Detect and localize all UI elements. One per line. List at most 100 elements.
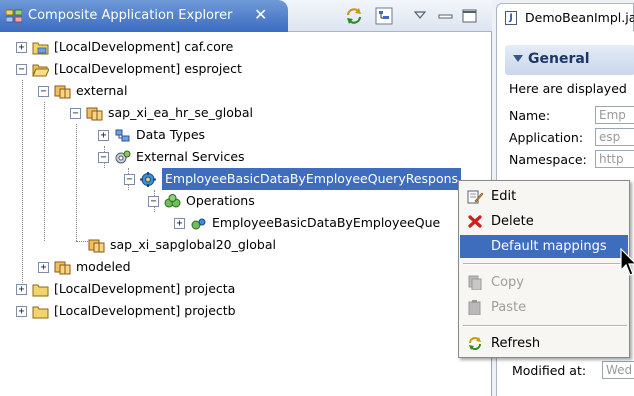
collapse-icon[interactable]: − (70, 107, 81, 119)
menu-item-label: Default mappings (491, 239, 607, 254)
modified-field[interactable]: Wed (602, 361, 634, 379)
tree-item-label: EmployeeBasicDataByEmployeeQueryRespons (162, 168, 462, 190)
application-label: Application: (509, 129, 584, 145)
menu-item-delete[interactable]: Delete (460, 210, 628, 233)
explorer-view-tab[interactable]: Composite Application Explorer ✕ (0, 0, 288, 32)
tree-item-projecta[interactable]: + [LocalDevelopment] projecta (16, 278, 235, 300)
edit-icon (467, 190, 483, 204)
open-folder-icon (32, 64, 49, 76)
sync-icon[interactable] (344, 6, 364, 26)
tree-item-label: modeled (76, 259, 131, 274)
menu-item-label: Delete (491, 214, 534, 229)
close-icon[interactable]: ✕ (254, 5, 267, 24)
package-icon (54, 261, 71, 274)
namespace-label: Namespace: (509, 151, 587, 167)
tree-item-label: [LocalDevelopment] esproject (54, 61, 242, 76)
menu-item-paste[interactable]: Paste (460, 296, 628, 319)
name-field[interactable]: Emp (595, 106, 634, 124)
name-field-row: Name: Emp (509, 105, 634, 125)
tree-item-esproject[interactable]: − [LocalDevelopment] esproject (16, 58, 242, 80)
tree-item-label: External Services (136, 149, 245, 164)
expand-icon[interactable]: + (98, 129, 109, 141)
namespace-field[interactable]: http (595, 150, 634, 168)
menu-item-label: Refresh (491, 336, 541, 351)
menu-separator (463, 325, 627, 327)
tree-item-label: [LocalDevelopment] caf.core (54, 39, 234, 54)
tree-item-external[interactable]: − external (38, 80, 127, 102)
menu-item-label: Paste (491, 300, 527, 315)
tree-item-caf-core[interactable]: + [LocalDevelopment] caf.core (16, 36, 233, 58)
menu-separator (463, 263, 627, 265)
collapse-icon[interactable]: − (98, 151, 109, 163)
expand-icon[interactable]: + (16, 41, 27, 53)
name-label: Name: (509, 107, 551, 123)
application-field-row: Application: esp (509, 127, 634, 147)
expand-icon[interactable]: + (16, 305, 27, 317)
context-menu: Edit Delete Default mappings Copy Paste … (458, 180, 630, 358)
tree-item-label: EmployeeBasicDataByEmployeeQue (212, 215, 441, 230)
tree-item-external-services[interactable]: − External Services (98, 146, 245, 168)
menu-item-refresh[interactable]: Refresh (460, 332, 628, 355)
tree-item-data-types[interactable]: + Data Types (98, 124, 205, 146)
menu-item-copy[interactable]: Copy (460, 271, 628, 294)
modified-label: Modified at: (512, 362, 587, 378)
menu-item-edit[interactable]: Edit (460, 185, 628, 208)
section-title: General (528, 51, 590, 67)
namespace-field-row: Namespace: http (509, 149, 634, 169)
operations-icon (164, 193, 181, 207)
chevron-down-icon[interactable] (513, 55, 523, 62)
view-header: Composite Application Explorer ✕ (0, 0, 492, 32)
application-field[interactable]: esp (595, 128, 634, 146)
menu-item-default-mappings[interactable]: Default mappings (460, 235, 628, 258)
tree-item-sapglobal20[interactable]: sap_xi_sapglobal20_global (88, 234, 276, 256)
collapse-icon[interactable]: − (16, 63, 27, 75)
mouse-pointer-icon (620, 248, 634, 276)
package-icon (86, 107, 103, 120)
composite-application-explorer-view: Composite Application Explorer ✕ + [Loca… (0, 0, 492, 396)
external-services-icon (115, 150, 131, 163)
refresh-icon (469, 337, 481, 350)
service-gear-icon (140, 171, 156, 187)
expand-icon[interactable]: + (38, 261, 49, 273)
minimize-icon[interactable] (436, 6, 456, 26)
menu-item-label: Copy (491, 275, 524, 290)
general-section-header[interactable]: General (505, 45, 634, 75)
explorer-tree: + [LocalDevelopment] caf.core − [LocalDe… (0, 36, 492, 396)
collapse-icon[interactable]: − (124, 173, 135, 185)
tree-item-projectb[interactable]: + [LocalDevelopment] projectb (16, 300, 236, 322)
modified-field-row: Modified at: Wed (512, 360, 634, 380)
collapse-icon[interactable]: − (38, 85, 49, 97)
operation-icon (191, 218, 206, 229)
tree-item-employee-query-op[interactable]: + EmployeeBasicDataByEmployeeQue (174, 212, 440, 234)
editor-tab[interactable]: J DemoBeanImpl.ja (496, 3, 634, 31)
tree-item-label: [LocalDevelopment] projectb (54, 303, 236, 318)
paste-icon (468, 300, 481, 315)
tree-item-label: Operations (186, 193, 255, 208)
project-folder-icon (32, 42, 49, 54)
expand-icon[interactable]: + (174, 217, 185, 229)
folder-icon (32, 284, 49, 296)
expand-icon[interactable]: + (16, 283, 27, 295)
tree-item-modeled[interactable]: + modeled (38, 256, 131, 278)
composite-explorer-icon (6, 9, 22, 23)
editor-tab-label: DemoBeanImpl.ja (525, 10, 634, 25)
java-file-icon: J (505, 11, 517, 25)
tree-connector (76, 124, 77, 241)
data-types-icon (115, 129, 130, 141)
tree-item-label: [LocalDevelopment] projecta (54, 281, 236, 296)
tree-item-sap-global[interactable]: − sap_xi_ea_hr_se_global (70, 102, 253, 124)
view-menu-icon[interactable] (410, 6, 430, 26)
tree-item-employee-query[interactable]: − EmployeeBasicDataByEmployeeQueryRespon… (124, 168, 462, 190)
copy-icon (468, 275, 482, 290)
package-icon (88, 239, 105, 252)
tree-item-label: sap_xi_ea_hr_se_global (108, 105, 253, 120)
tree-item-operations[interactable]: − Operations (148, 190, 255, 212)
folder-icon (32, 306, 49, 318)
menu-item-label: Edit (491, 189, 517, 204)
collapse-icon[interactable]: − (148, 195, 159, 207)
package-icon (54, 85, 71, 98)
maximize-icon[interactable] (460, 6, 480, 26)
tree-connector (22, 80, 23, 285)
tree-item-label: sap_xi_sapglobal20_global (110, 237, 276, 252)
tree-layout-icon[interactable] (374, 6, 394, 26)
